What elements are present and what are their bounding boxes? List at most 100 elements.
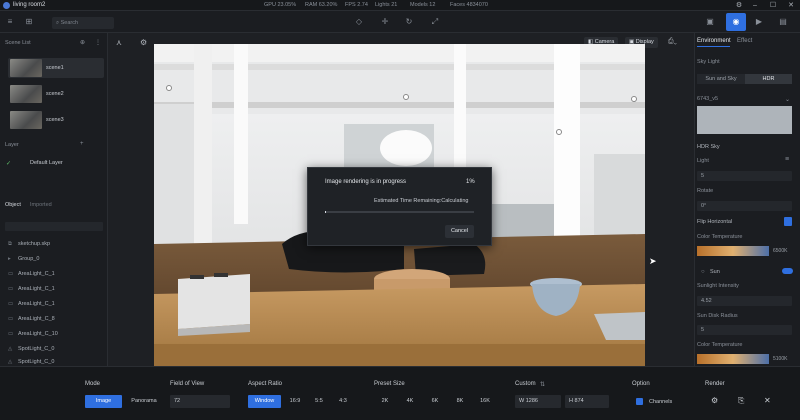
color-temperature-slider-2[interactable] [697,354,769,364]
tab-imported[interactable]: Imported [30,202,52,208]
object-label: AreaLight_C_10 [18,331,58,337]
aspect-4-3-button[interactable]: 4:3 [333,395,353,408]
mode-image-button[interactable]: Image [85,395,122,408]
gallery-icon[interactable]: ▤ [778,17,788,27]
rotate-tool-icon[interactable]: ↻ [404,17,414,27]
screenshot-icon[interactable]: ⎙⌄ [668,38,677,46]
light-gizmo[interactable] [556,129,562,135]
hdr-button[interactable]: HDR [745,74,792,84]
hdr-preview[interactable] [697,106,792,134]
h-label: H [569,398,573,404]
hdr-file-label[interactable]: 6743_v5 [697,96,718,102]
light-icon: ▭ [8,286,14,292]
custom-label: Custom [515,381,536,387]
tab-environment[interactable]: Environment [697,38,731,44]
aspect-window-button[interactable]: Window [248,395,281,408]
sun-disk-radius-input[interactable]: 5 [697,325,792,335]
scale-tool-icon[interactable]: ⤢ [430,17,440,27]
swap-icon[interactable]: ⇅ [540,381,545,388]
video-icon[interactable]: ▶ [754,17,764,27]
list-item[interactable]: ⧉ sketchup.skp [8,238,104,250]
render-export-icon[interactable]: ⎘ [738,396,744,406]
sun-toggle[interactable] [782,268,793,274]
progress-track [325,211,474,213]
preset-2k-button[interactable]: 2K [374,395,396,408]
list-item[interactable]: ▭ AreaLight_C_10 [8,328,104,340]
list-item[interactable]: ▸ Group_0 [8,253,104,265]
object-label: AreaLight_C_1 [18,271,55,277]
fov-input[interactable]: 72 [170,395,230,408]
preset-8k-button[interactable]: 8K [449,395,471,408]
color-temperature-label-2: Color Temperature [697,342,743,348]
aspect-5-5-button[interactable]: 5:5 [309,395,329,408]
fov-label: Field of View [170,381,205,387]
light-gizmo[interactable] [166,85,172,91]
default-layer[interactable]: Default Layer [30,160,63,166]
material-icon[interactable]: ▣ [705,17,715,27]
render-close-icon[interactable]: ✕ [764,396,771,405]
list-item[interactable]: ▭ AreaLight_C_1 [8,298,104,310]
search-input[interactable]: ⌕ Search [52,17,114,29]
aspect-ratio-label: Aspect Ratio [248,381,283,387]
color-temp-value: 6500K [773,248,788,254]
title-bar [0,0,800,11]
sun-and-sky-button[interactable]: Sun and Sky [697,74,745,84]
height-input[interactable]: H 874 [565,395,609,408]
viewport-settings-icon[interactable]: ⚙ [140,38,147,47]
tab-object[interactable]: Object [5,202,21,208]
rotate-label: Rotate [697,188,714,194]
close-icon[interactable]: ✕ [784,1,798,10]
faces-stat: Faces 4834070 [450,2,488,8]
width-input[interactable]: W 1286 [515,395,561,408]
channels-checkbox[interactable] [636,398,643,405]
spotlight-icon: ◬ [8,359,13,365]
toolbar [0,11,800,33]
add-layer-icon[interactable]: + [80,141,84,147]
light-icon: ▭ [8,271,14,277]
color-temperature-slider[interactable] [697,246,769,256]
maximize-icon[interactable]: ☐ [766,1,780,10]
preset-6k-button[interactable]: 6K [424,395,446,408]
chevron-down-icon[interactable]: ⌄ [785,96,790,103]
sunlight-intensity-input[interactable]: 4.52 [697,296,792,306]
aspect-16-9-button[interactable]: 16:9 [285,395,305,408]
scene-list-title: Scene List [5,40,31,46]
menu-icon[interactable]: ≡ [5,17,15,27]
list-item[interactable]: ▭ AreaLight_C_1 [8,283,104,295]
scene-item-3[interactable]: scene3 [8,110,104,130]
list-item[interactable]: ▭ AreaLight_C_1 [8,268,104,280]
add-scene-icon[interactable]: ⊕ [80,39,85,46]
flip-horizontal-toggle[interactable] [784,217,792,226]
scene-item-2[interactable]: scene2 [8,84,104,104]
minimize-icon[interactable]: – [748,1,762,10]
group-icon: ▸ [8,256,11,262]
tab-effect[interactable]: Effect [737,38,752,44]
light-gizmo[interactable] [403,94,409,100]
light-gizmo[interactable] [631,96,637,102]
object-label: AreaLight_C_1 [18,286,55,292]
spotlight-icon: ◬ [8,346,13,352]
flip-horizontal-label: Flip Horizontal [697,219,733,225]
render-settings-icon[interactable]: ⚙ [711,396,718,405]
list-item[interactable]: ▭ AreaLight_C_8 [8,313,104,325]
preset-size-label: Preset Size [374,381,405,387]
light-input[interactable]: 5 [697,171,792,181]
axis-icon[interactable]: ⋏ [116,38,122,47]
list-item[interactable]: ◬ SpotLight_C_0 [8,356,104,366]
settings-icon[interactable]: ⚙ [732,1,746,10]
more-icon[interactable]: ⋮ [95,39,101,46]
sun-disk-radius-label: Sun Disk Radius [697,313,738,319]
rotate-input[interactable]: 0° [697,201,792,211]
preset-16k-button[interactable]: 16K [474,395,496,408]
adjust-icon[interactable]: ≡ [785,156,789,163]
preset-4k-button[interactable]: 4K [399,395,421,408]
scene-item-1[interactable]: scene1 [8,58,104,78]
cancel-button[interactable]: Cancel [445,225,474,238]
grid-icon[interactable]: ⊞ [24,17,34,27]
select-tool-icon[interactable]: ◇ [354,17,364,27]
object-label: AreaLight_C_8 [18,316,55,322]
list-item[interactable]: ◬ SpotLight_C_0 [8,343,104,355]
mode-panorama-button[interactable]: Panorama [126,395,162,408]
move-tool-icon[interactable]: ✛ [380,17,390,27]
object-search-input[interactable] [5,222,103,231]
